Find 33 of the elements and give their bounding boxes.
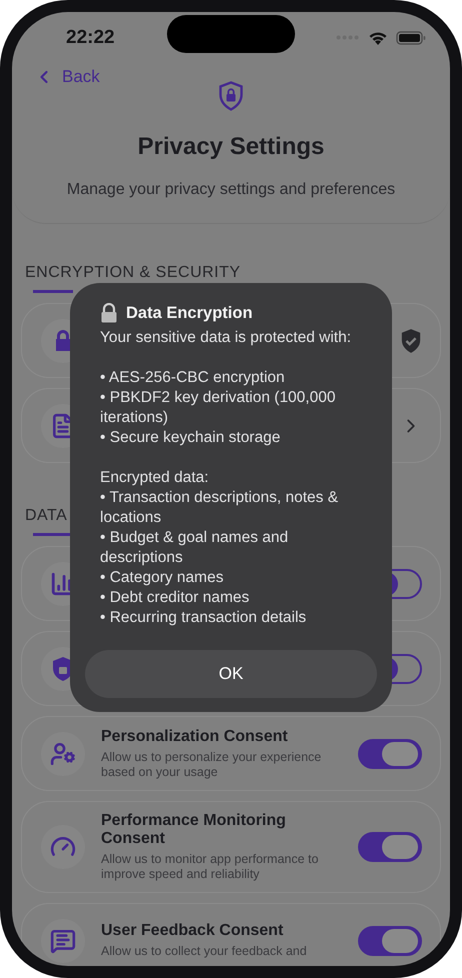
status-time: 22:22 [66, 26, 115, 48]
dialog-text: Encrypted data: [100, 468, 210, 488]
dialog-list-item: • AES-256-CBC encryption [100, 368, 286, 388]
setting-title: User Feedback Consent [101, 922, 284, 940]
wifi-icon [368, 30, 388, 45]
dialog-list-item: • Category names [100, 568, 224, 588]
shield-check-icon [400, 328, 422, 354]
setting-description: Allow us to collect your feedback and [101, 944, 308, 959]
dialog-list-item: • Debt creditor names [100, 588, 250, 608]
toggle-switch[interactable] [358, 926, 422, 956]
message-icon [50, 928, 76, 954]
battery-icon [396, 30, 426, 44]
dialog-list-item: • Recurring transaction details [100, 608, 308, 628]
shield-lock-icon [218, 81, 244, 111]
lock-icon [100, 303, 118, 323]
setting-title: Performance Monitoring Consent [101, 812, 287, 848]
dialog-list-item: • Transaction descriptions, notes & locations [100, 488, 340, 528]
toggle-switch[interactable] [358, 738, 422, 768]
page-title: Privacy Settings [138, 133, 324, 161]
dialog-list-item: • Budget & goal names and descriptions [100, 528, 290, 568]
setting-title: Personalization Consent [101, 728, 289, 746]
setting-description: Allow us to monitor app performance to improve speed and reliability [101, 852, 320, 882]
dialog-list-item: • PBKDF2 key derivation (100,000 iterations) [100, 388, 336, 428]
section-title: DATA [25, 507, 68, 525]
dialog-title: Data Encryption [126, 304, 253, 322]
setting-description: Allow us to personalize your experience based on your usage [101, 750, 322, 780]
toggle-switch[interactable] [358, 832, 422, 862]
page-subtitle: Manage your privacy settings and preferences [66, 181, 396, 199]
dialog-text: Your sensitive data is protected with: [100, 328, 352, 348]
dialog-list-item: • Secure keychain storage [100, 428, 282, 448]
user-gear-icon [50, 740, 76, 766]
section-title: ENCRYPTION & SECURITY [25, 264, 241, 282]
ok-button[interactable]: OK [85, 650, 377, 698]
